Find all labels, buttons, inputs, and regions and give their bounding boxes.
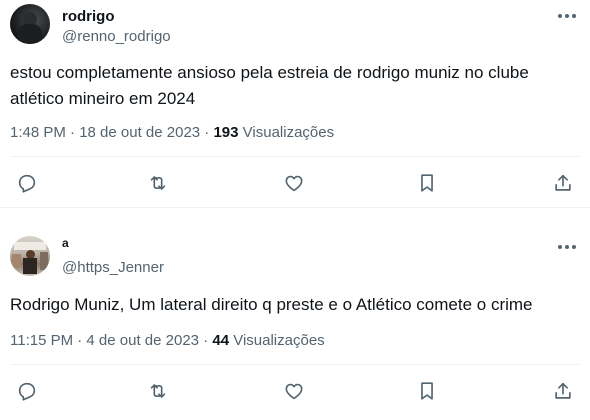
like-icon[interactable] [283,380,305,402]
display-name[interactable]: a [62,236,69,250]
tweet-text: estou completamente ansioso pela estreia… [10,63,529,108]
share-icon[interactable] [552,380,574,402]
views-count: 193 [213,124,239,141]
tweet[interactable]: a @https_Jenner Rodrigo Muniz, Um latera… [0,208,590,420]
display-name[interactable]: rodrigo [62,8,115,25]
timestamp[interactable]: 11:15 PM · 4 de out de 2023 · [10,332,212,349]
like-icon[interactable] [283,172,305,194]
tweet-meta: 1:48 PM · 18 de out de 2023 · 193 Visual… [10,124,334,141]
more-options-icon[interactable] [558,245,576,249]
reply-icon[interactable] [16,172,38,194]
share-icon[interactable] [552,172,574,194]
retweet-icon[interactable] [147,380,169,402]
avatar[interactable] [10,4,50,44]
reply-icon[interactable] [16,380,38,402]
views-label: Visualizações [229,332,325,349]
tweet-text: Rodrigo Muniz, Um lateral direito q pres… [10,295,533,314]
timestamp[interactable]: 1:48 PM · 18 de out de 2023 · [10,124,213,141]
user-handle[interactable]: @https_Jenner [62,259,164,276]
retweet-icon[interactable] [147,172,169,194]
bookmark-icon[interactable] [416,172,438,194]
views-count: 44 [212,332,230,349]
avatar[interactable] [10,236,50,276]
divider [10,156,580,157]
tweet-meta: 11:15 PM · 4 de out de 2023 · 44 Visuali… [10,332,325,349]
tweet[interactable]: rodrigo @renno_rodrigo estou completamen… [0,0,590,208]
bookmark-icon[interactable] [416,380,438,402]
user-handle[interactable]: @renno_rodrigo [62,28,171,45]
more-options-icon[interactable] [558,14,576,18]
divider [10,364,580,365]
views-label: Visualizações [238,124,335,141]
